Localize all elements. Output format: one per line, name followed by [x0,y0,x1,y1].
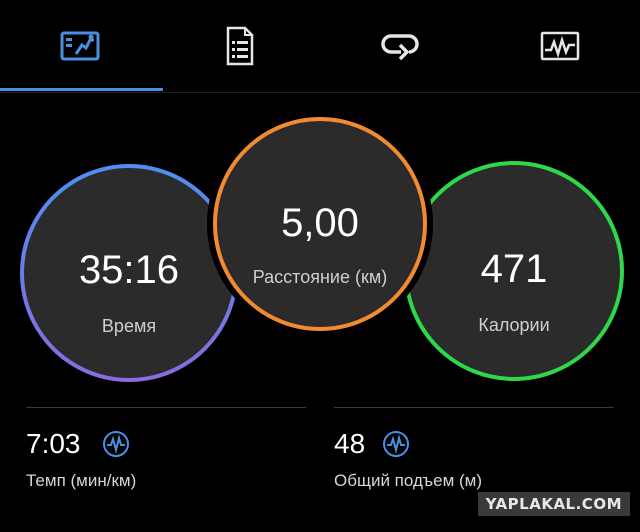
distance-label: Расстояние (км) [252,267,388,287]
pace-value: 7:03 [26,428,81,459]
distance-ring[interactable]: 5,00 Расстояние (км) [213,117,427,331]
calories-ring-wrapper: 471 Калории [398,155,630,387]
pace-divider [26,407,306,408]
ascent-label: Общий подъем (м) [334,471,482,490]
tab-details[interactable] [160,0,320,92]
tab-bar [0,0,640,93]
heart-rate-wave-icon[interactable] [102,430,130,463]
activity-chart-icon [540,31,580,61]
run-stats-icon [60,31,100,61]
calories-value: 471 [480,247,548,291]
ascent-value: 48 [334,428,366,459]
ascent-divider [334,407,614,408]
watermark-logo: YAPLAKAL.COM [477,492,630,516]
tab-overview[interactable] [0,0,160,92]
pace-label: Темп (мин/км) [26,471,137,490]
heart-rate-wave-icon[interactable] [382,430,410,463]
calories-label: Калории [478,315,550,335]
time-ring[interactable]: 35:16 Время [20,164,238,382]
time-value: 35:16 [78,248,180,292]
distance-value: 5,00 [281,201,359,245]
time-ring-wrapper: 35:16 Время [14,158,244,388]
time-label: Время [101,316,157,336]
tab-laps[interactable] [320,0,480,92]
tab-charts[interactable] [480,0,640,92]
calories-ring[interactable]: 471 Калории [404,161,624,381]
lap-loop-icon [381,34,419,61]
active-tab-indicator [0,88,163,91]
distance-ring-wrapper: 5,00 Расстояние (км) [207,111,433,337]
list-document-icon [226,26,254,66]
